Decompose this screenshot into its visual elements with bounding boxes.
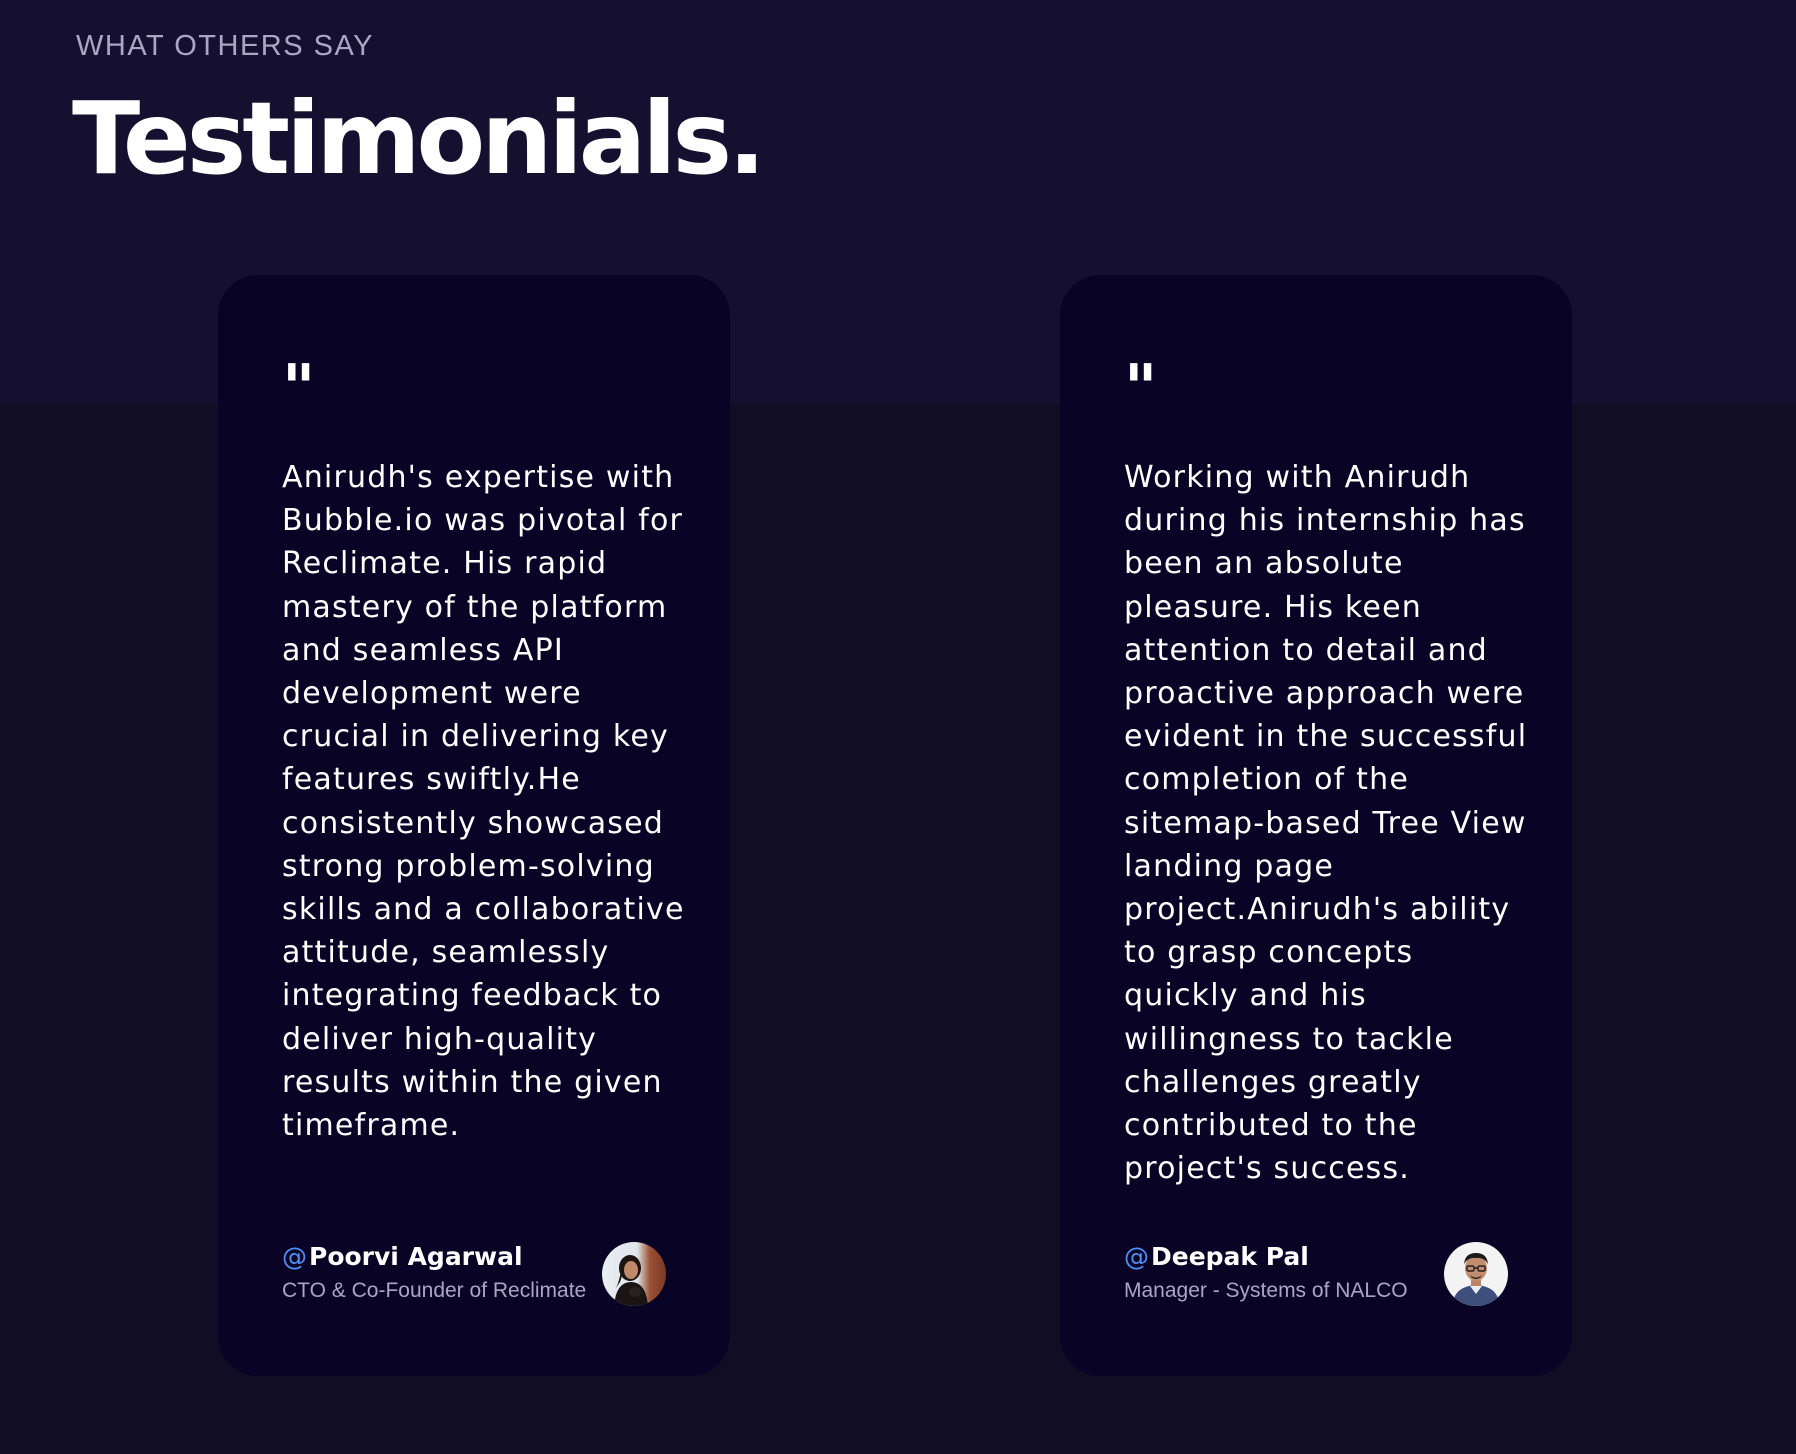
testimonial-author: @Poorvi Agarwal CTO & Co-Founder of Recl… [282,1241,587,1303]
avatar [1444,1242,1508,1306]
quote-icon: " [1124,357,1158,403]
avatar-portrait-icon [1452,1253,1500,1306]
author-name: Deepak Pal [1151,1242,1309,1271]
testimonial-card: " Anirudh's expertise with Bubble.io was… [218,275,730,1376]
quote-icon: " [282,357,316,403]
testimonial-text: Anirudh's expertise with Bubble.io was p… [282,460,685,1144]
author-name-line: @Poorvi Agarwal [282,1241,582,1273]
testimonial-author: @Deepak Pal Manager - Systems of NALCO [1124,1241,1424,1303]
testimonial-text: Working with Anirudh during his internsh… [1124,460,1528,1187]
author-name-line: @Deepak Pal [1124,1241,1424,1273]
section-eyebrow: WHAT OTHERS SAY [76,30,375,62]
avatar-portrait-icon [614,1255,648,1306]
section-title: Testimonials. [72,80,766,197]
avatar [602,1242,666,1306]
author-name: Poorvi Agarwal [309,1242,523,1271]
at-symbol: @ [1124,1242,1149,1271]
at-symbol: @ [282,1242,307,1271]
author-role: Manager - Systems of NALCO [1124,1279,1408,1302]
author-role: CTO & Co-Founder of Reclimate [282,1279,587,1302]
testimonial-card: " Working with Anirudh during his intern… [1060,275,1572,1376]
